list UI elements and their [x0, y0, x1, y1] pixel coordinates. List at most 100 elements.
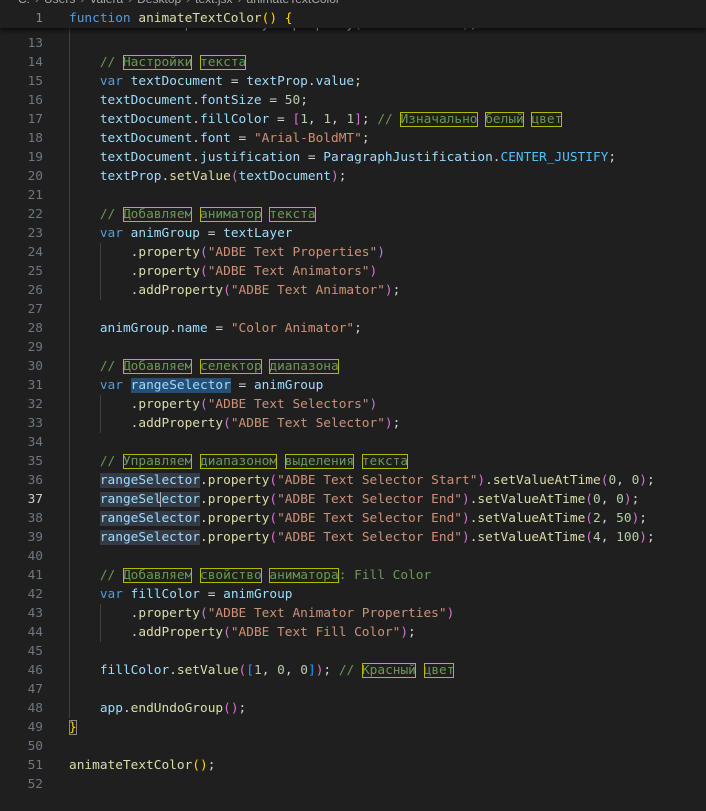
- code-line[interactable]: 21: [0, 186, 706, 205]
- breadcrumb-item[interactable]: Desktop: [137, 0, 181, 6]
- code-token: "ADBE Text Selector": [230, 416, 385, 431]
- breadcrumb-item[interactable]: C:: [18, 0, 30, 6]
- code-line[interactable]: 16 textDocument.fontSize = 50;: [0, 91, 706, 110]
- code-line[interactable]: 43 .property("ADBE Text Animator Propert…: [0, 604, 706, 623]
- line-number: 26: [27, 283, 43, 298]
- code-token: ,: [600, 511, 617, 526]
- code-line[interactable]: 51 animateTextColor();: [0, 756, 706, 775]
- code-line[interactable]: 18 textDocument.font = "Arial-BoldMT";: [0, 129, 706, 148]
- code-token: Добавляем: [122, 359, 193, 374]
- code-token: justification: [200, 150, 301, 165]
- code-token: (: [200, 606, 208, 621]
- code-token: ;: [392, 283, 401, 298]
- code-line[interactable]: 17 textDocument.fillColor = [1, 1, 1]; /…: [0, 110, 706, 129]
- code-token: textDocument: [130, 74, 224, 89]
- code-editor[interactable]: 12 var textProp = textLayer.property("So…: [0, 15, 706, 794]
- code-token: textProp: [246, 74, 308, 89]
- breadcrumb-item[interactable]: text.jsx: [195, 0, 232, 6]
- code-line[interactable]: 44 .addProperty("ADBE Text Fill Color");: [0, 623, 706, 642]
- code-line[interactable]: 45: [0, 642, 706, 661]
- code-token: ;: [647, 473, 655, 488]
- code-line[interactable]: 41 // Добавляем свойство аниматора: Fill…: [0, 566, 706, 585]
- code-token: setValueAtTime: [477, 511, 586, 526]
- code-token: =: [261, 93, 285, 108]
- code-token: ;: [323, 663, 339, 678]
- breadcrumb-item[interactable]: Users: [44, 0, 75, 6]
- code-line[interactable]: 29: [0, 338, 706, 357]
- code-line[interactable]: 25 .property("ADBE Text Animators"): [0, 262, 706, 281]
- breadcrumb-item[interactable]: Valera: [89, 0, 123, 6]
- code-line[interactable]: 28 animGroup.name = "Color Animator";: [0, 319, 706, 338]
- code-token: ,: [261, 663, 278, 678]
- code-line[interactable]: 47: [0, 680, 706, 699]
- code-line[interactable]: 46 fillColor.setValue([1, 0, 0]); // Кра…: [0, 661, 706, 680]
- code-token: белый: [485, 112, 524, 127]
- code-token: селектор: [200, 359, 262, 374]
- code-line[interactable]: 24 .property("ADBE Text Properties"): [0, 243, 706, 262]
- code-line[interactable]: 42 var fillColor = animGroup: [0, 585, 706, 604]
- code-token: (: [223, 625, 231, 640]
- code-line[interactable]: 48 app.endUndoGroup();: [0, 699, 706, 718]
- code-token: textDocument: [99, 112, 193, 127]
- code-token: (: [200, 245, 208, 260]
- code-token: 50: [284, 93, 301, 108]
- code-line[interactable]: 20 textProp.setValue(textDocument);: [0, 167, 706, 186]
- code-text: textDocument.fontSize = 50;: [69, 91, 308, 110]
- code-line[interactable]: 26 .addProperty("ADBE Text Animator");: [0, 281, 706, 300]
- code-token: 2: [593, 511, 601, 526]
- code-token: "ADBE Text Properties": [207, 245, 378, 260]
- code-token: }: [69, 720, 77, 735]
- code-line[interactable]: 37 rangeSelector.property("ADBE Text Sel…: [0, 490, 706, 509]
- code-text: // Добавляем свойство аниматора: Fill Co…: [69, 566, 431, 585]
- code-text: .property("ADBE Text Animators"): [69, 262, 378, 281]
- code-token: //: [99, 568, 123, 583]
- code-line[interactable]: 27: [0, 300, 706, 319]
- line-number: 31: [27, 378, 43, 393]
- code-token: ]: [307, 663, 316, 678]
- code-line[interactable]: 35 // Управляем диапазоном выделения тек…: [0, 452, 706, 471]
- code-line[interactable]: 50: [0, 737, 706, 756]
- breadcrumb-item[interactable]: animateTextColor: [247, 0, 340, 6]
- line-number: 36: [27, 473, 43, 488]
- sticky-code-line[interactable]: function animateTextColor() {: [69, 9, 293, 28]
- code-token: ,: [616, 473, 632, 488]
- code-line[interactable]: 22 // Добавляем аниматор текста: [0, 205, 706, 224]
- code-token: addProperty: [138, 283, 224, 298]
- sticky-scroll-header[interactable]: 1 function animateTextColor() {: [0, 9, 706, 28]
- code-token: textDocument: [99, 93, 193, 108]
- code-line[interactable]: 15 var textDocument = textProp.value;: [0, 72, 706, 91]
- code-token: .: [169, 321, 177, 336]
- code-line[interactable]: 40: [0, 547, 706, 566]
- line-number: 41: [27, 568, 43, 583]
- code-line[interactable]: 36 rangeSelector.property("ADBE Text Sel…: [0, 471, 706, 490]
- line-number: 29: [27, 340, 43, 355]
- code-line[interactable]: 34: [0, 433, 706, 452]
- code-line[interactable]: 19 textDocument.justification = Paragrap…: [0, 148, 706, 167]
- code-line[interactable]: 39 rangeSelector.property("ADBE Text Sel…: [0, 528, 706, 547]
- code-text: var rangeSelector = animGroup: [69, 376, 323, 395]
- code-text: .addProperty("ADBE Text Fill Color");: [69, 623, 416, 642]
- code-token: ;: [631, 492, 640, 507]
- breadcrumb-path[interactable]: C:›Users›Valera›Desktop›text.jsx›animate…: [18, 0, 340, 6]
- code-line[interactable]: 33 .addProperty("ADBE Text Selector");: [0, 414, 706, 433]
- code-line[interactable]: 52: [0, 775, 706, 794]
- code-text: .addProperty("ADBE Text Animator");: [69, 281, 401, 300]
- code-line[interactable]: 14 // Настройки текста: [0, 53, 706, 72]
- code-line[interactable]: 30 // Добавляем селектор диапазона: [0, 357, 706, 376]
- code-line[interactable]: 13: [0, 34, 706, 53]
- code-token: //: [377, 112, 401, 127]
- code-line[interactable]: 38 rangeSelector.property("ADBE Text Sel…: [0, 509, 706, 528]
- code-line[interactable]: 32 .property("ADBE Text Selectors"): [0, 395, 706, 414]
- code-line[interactable]: 49}: [0, 718, 706, 737]
- code-token: ): [400, 625, 409, 640]
- code-token: ;: [392, 416, 401, 431]
- code-token: ;: [361, 131, 370, 146]
- code-line[interactable]: 31 var rangeSelector = animGroup: [0, 376, 706, 395]
- code-line[interactable]: 23 var animGroup = textLayer: [0, 224, 706, 243]
- code-token: animGroup: [223, 587, 293, 602]
- code-token: fillColor: [99, 663, 170, 678]
